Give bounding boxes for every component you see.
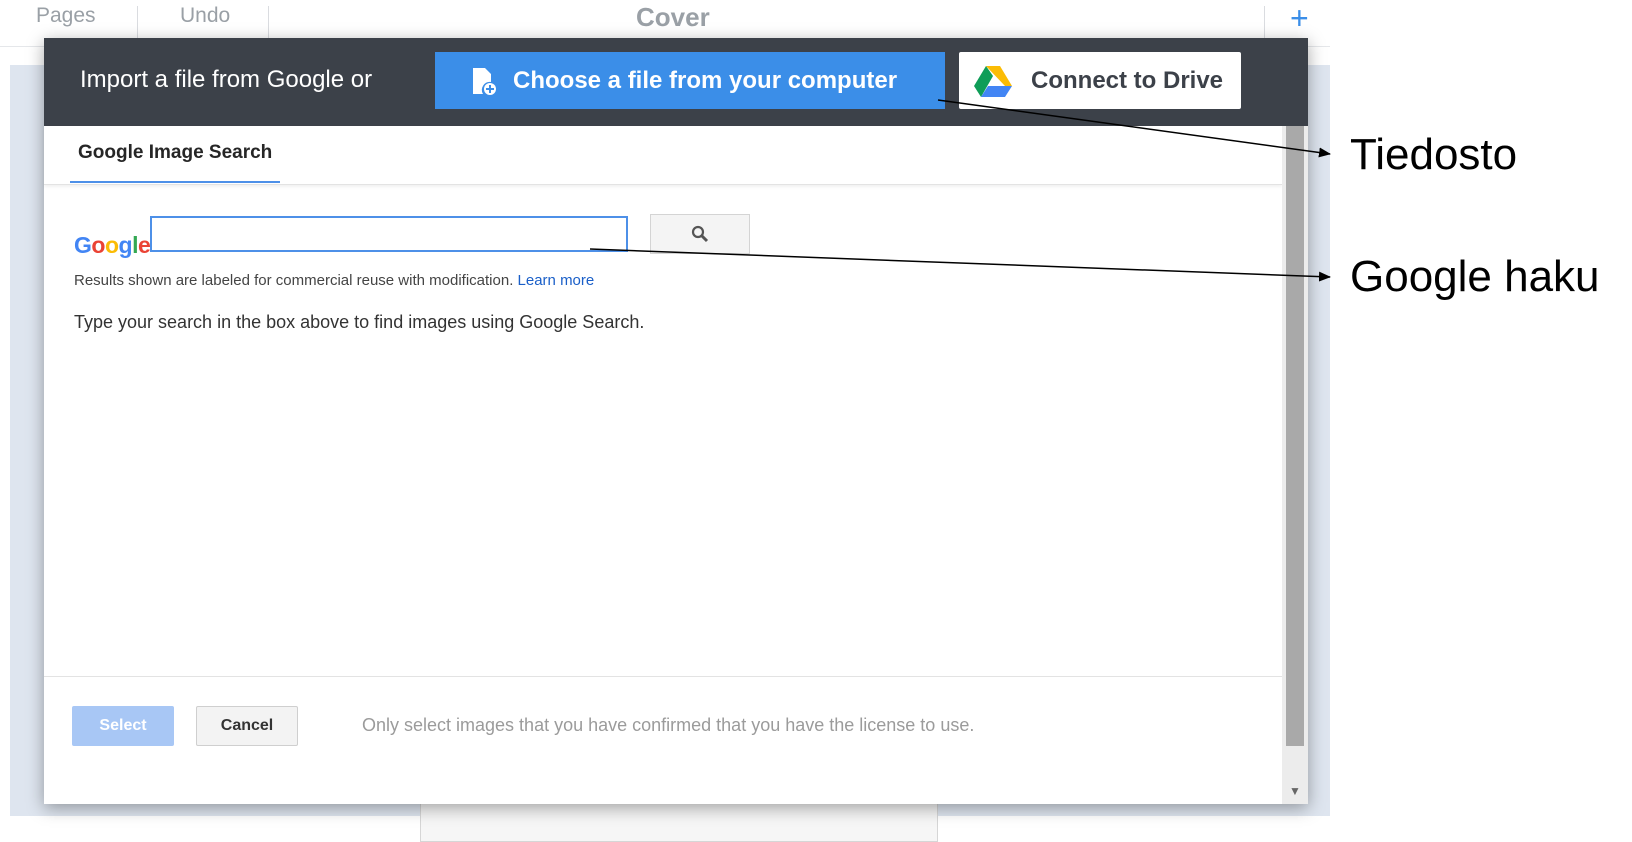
page-card [420,800,938,842]
tab-label: Google Image Search [78,142,273,163]
scroll-down-icon[interactable]: ▼ [1286,784,1304,798]
pages-button[interactable]: Pages [36,4,96,28]
search-button[interactable] [650,214,750,254]
choose-file-label: Choose a file from your computer [513,66,898,94]
dialog-header: Import a file from Google or Choose a fi… [44,38,1308,126]
license-note: Results shown are labeled for commercial… [74,272,594,289]
dialog-tabs: Google Image Search [44,126,1282,185]
google-drive-icon [974,65,1012,97]
toolbar-divider [137,6,138,40]
select-button[interactable]: Select [72,706,174,746]
undo-button[interactable]: Undo [180,4,230,28]
scrollbar-thumb[interactable] [1286,126,1304,746]
choose-file-button[interactable]: Choose a file from your computer [435,52,945,109]
tab-google-image-search[interactable]: Google Image Search [70,126,280,183]
annotation-file: Tiedosto [1350,130,1518,179]
search-input[interactable] [150,216,628,252]
toolbar-divider [268,6,269,40]
cancel-button[interactable]: Cancel [196,706,298,746]
connect-drive-button[interactable]: Connect to Drive [959,52,1241,109]
file-add-icon [473,67,496,95]
footer-divider [44,676,1282,677]
page-title: Cover [636,2,710,32]
search-hint: Type your search in the box above to fin… [74,312,645,332]
annotation-search: Google haku [1350,252,1600,301]
footer-license-note: Only select images that you have confirm… [362,715,975,735]
license-note-text: Results shown are labeled for commercial… [74,272,514,289]
toolbar-divider [1264,6,1265,40]
learn-more-link[interactable]: Learn more [518,272,595,289]
connect-drive-label: Connect to Drive [1031,66,1224,94]
google-logo: Google [74,232,151,258]
import-heading: Import a file from Google or [80,66,373,93]
add-page-button[interactable]: + [1290,0,1309,36]
search-icon [691,225,709,243]
image-picker-dialog: Import a file from Google or Choose a fi… [44,38,1308,804]
